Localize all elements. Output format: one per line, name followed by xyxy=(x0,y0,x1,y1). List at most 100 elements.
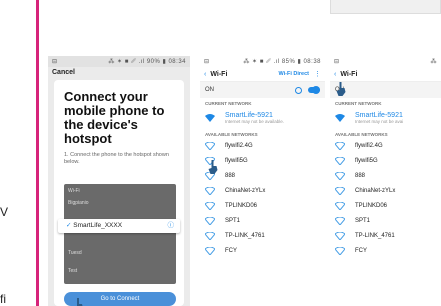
network-row[interactable]: ChinaNet-zYLx xyxy=(330,183,441,198)
wifi-lock-icon xyxy=(335,231,345,240)
network-row[interactable]: TPLINKD06 xyxy=(330,198,441,213)
network-row[interactable]: flywifi5G xyxy=(330,153,441,168)
status-left: ⊟ xyxy=(204,59,210,65)
current-network-header: CURRENT NETWORK xyxy=(335,101,382,106)
current-network-header: CURRENT NETWORK xyxy=(205,101,252,106)
wifi-lock-icon xyxy=(205,216,215,225)
network-name: FCY xyxy=(225,247,237,254)
status-left: ⊟ xyxy=(334,59,340,65)
mock-row: Tuesd xyxy=(68,250,82,256)
info-icon: ⓘ xyxy=(167,222,175,229)
wifi-lock-icon xyxy=(335,156,345,165)
mock-row: Wi-Fi xyxy=(68,188,80,194)
wifi-lock-icon xyxy=(335,141,345,150)
mock-row: Test xyxy=(68,268,78,274)
wifi-title: Wi-Fi xyxy=(340,70,358,78)
network-row[interactable]: SPT1 xyxy=(330,213,441,228)
wifi-lock-icon xyxy=(335,201,345,210)
accent-bar xyxy=(36,0,39,306)
radio-icon xyxy=(295,86,302,94)
network-name: SPT1 xyxy=(225,217,241,224)
mock-row: Bigpianio xyxy=(68,200,89,206)
status-bar: ⊟ ⁂ ✶ ■ ␥ .ıl 85% ▮ 08:38 xyxy=(200,56,325,67)
available-networks-header: AVAILABLE NETWORKS xyxy=(335,132,388,137)
wifi-icon xyxy=(205,114,215,122)
wifi-lock-icon xyxy=(335,186,345,195)
network-name: 888 xyxy=(225,172,236,179)
wifi-lock-icon xyxy=(335,246,345,255)
network-name: TP-LINK_4761 xyxy=(225,232,265,239)
wifi-lock-icon xyxy=(205,231,215,240)
network-name: flywifi2.4G xyxy=(225,142,253,149)
status-bar: ⊟ ⁂ ✶ ■ ␥ .ıl 90% ▮ 08:34 xyxy=(48,56,190,67)
current-network-name: SmartLife-5921 xyxy=(355,112,403,119)
pointer-hand-icon xyxy=(336,82,346,96)
wifi-list-illustration: Wi-Fi Bigpianio ✓ SmartLife_XXXX ⓘ Tuesd… xyxy=(58,184,180,284)
phone-wifi-list: ⊟ ⁂ ✶ ■ ␥ .ıl 85% ▮ 08:38 ‹ Wi-Fi Wi-Fi … xyxy=(200,56,325,306)
current-network-status: Internet may not be available. xyxy=(225,119,285,124)
highlight-ssid: SmartLife_XXXX xyxy=(73,222,123,229)
current-network-status: Internet may not be avai xyxy=(355,119,404,124)
connect-heading: Connect your mobile phone to the device'… xyxy=(64,89,165,146)
network-name: flywifi5G xyxy=(225,157,248,164)
wifi-header: ‹ Wi-Fi xyxy=(330,67,441,82)
phone-wifi-list-2: ⊟ ⁂ ‹ Wi-Fi ON CURRENT NETWORK SmartLife… xyxy=(330,56,441,306)
current-network-row[interactable]: SmartLife-5921 Internet may not be avail… xyxy=(200,107,325,129)
network-name: SPT1 xyxy=(355,217,371,224)
network-row[interactable]: TP-LINK_4761 xyxy=(330,228,441,243)
network-name: TPLINKD06 xyxy=(355,202,388,209)
network-name: TP-LINK_4761 xyxy=(355,232,395,239)
wifi-lock-icon xyxy=(205,141,215,150)
check-icon: ✓ xyxy=(66,222,72,229)
current-network-name: SmartLife-5921 xyxy=(225,112,273,119)
back-icon[interactable]: ‹ xyxy=(334,71,336,78)
connect-description: 1. Connect the phone to the hotspot show… xyxy=(64,152,169,165)
status-icons: ⁂ xyxy=(430,59,437,65)
more-icon[interactable]: ⋮ xyxy=(314,70,321,78)
network-name: FCY xyxy=(355,247,367,254)
network-row[interactable]: flywifi2.4G xyxy=(200,138,325,153)
status-icons: ⁂ ✶ ■ ␥ .ıl 85% ▮ 08:38 xyxy=(243,58,321,65)
wifi-lock-icon xyxy=(205,201,215,210)
pointer-hand-icon xyxy=(77,298,83,306)
left-fragment-fi: fi xyxy=(0,292,6,306)
wifi-lock-icon xyxy=(335,216,345,225)
wifi-lock-icon xyxy=(205,186,215,195)
network-row[interactable]: TP-LINK_4761 xyxy=(200,228,325,243)
left-fragment-v: V xyxy=(0,205,9,219)
wifi-lock-icon xyxy=(335,171,345,180)
network-row[interactable]: FCY xyxy=(330,243,441,258)
connect-card: Connect your mobile phone to the device'… xyxy=(54,80,184,306)
pointer-hand-icon xyxy=(208,160,218,174)
wifi-toggle-row[interactable]: ON xyxy=(200,82,325,98)
wifi-toggle[interactable] xyxy=(308,86,320,94)
status-left: ⊟ xyxy=(52,59,58,65)
wifi-lock-icon xyxy=(205,246,215,255)
back-icon[interactable]: ‹ xyxy=(204,71,206,78)
network-row[interactable]: flywifi2.4G xyxy=(330,138,441,153)
status-bar: ⊟ ⁂ xyxy=(330,56,441,67)
current-network-row[interactable]: SmartLife-5921 Internet may not be avai xyxy=(330,107,441,129)
on-label: ON xyxy=(205,87,214,93)
status-icons: ⁂ ✶ ■ ␥ .ıl 90% ▮ 08:34 xyxy=(108,58,186,65)
network-row[interactable]: FCY xyxy=(200,243,325,258)
network-row[interactable]: TPLINKD06 xyxy=(200,198,325,213)
network-name: 888 xyxy=(355,172,366,179)
network-row[interactable]: 888 xyxy=(330,168,441,183)
wifi-icon xyxy=(335,114,345,122)
wifi-header: ‹ Wi-Fi Wi-Fi Direct ⋮ xyxy=(200,67,325,82)
network-row[interactable]: ChinaNet-zYLx xyxy=(200,183,325,198)
network-name: ChinaNet-zYLx xyxy=(225,187,266,194)
available-networks-header: AVAILABLE NETWORKS xyxy=(205,132,258,137)
network-name: TPLINKD06 xyxy=(225,202,258,209)
phone-connect-hotspot: ⊟ ⁂ ✶ ■ ␥ .ıl 90% ▮ 08:34 Cancel Connect… xyxy=(48,56,190,306)
wifi-direct-button[interactable]: Wi-Fi Direct xyxy=(278,71,309,77)
top-box xyxy=(330,0,441,14)
network-name: flywifi5G xyxy=(355,157,378,164)
network-name: ChinaNet-zYLx xyxy=(355,187,396,194)
network-name: flywifi2.4G xyxy=(355,142,383,149)
highlight-ssid-row: ✓ SmartLife_XXXX ⓘ xyxy=(58,219,180,233)
cancel-button[interactable]: Cancel xyxy=(48,67,190,78)
wifi-title: Wi-Fi xyxy=(210,70,228,78)
network-row[interactable]: SPT1 xyxy=(200,213,325,228)
